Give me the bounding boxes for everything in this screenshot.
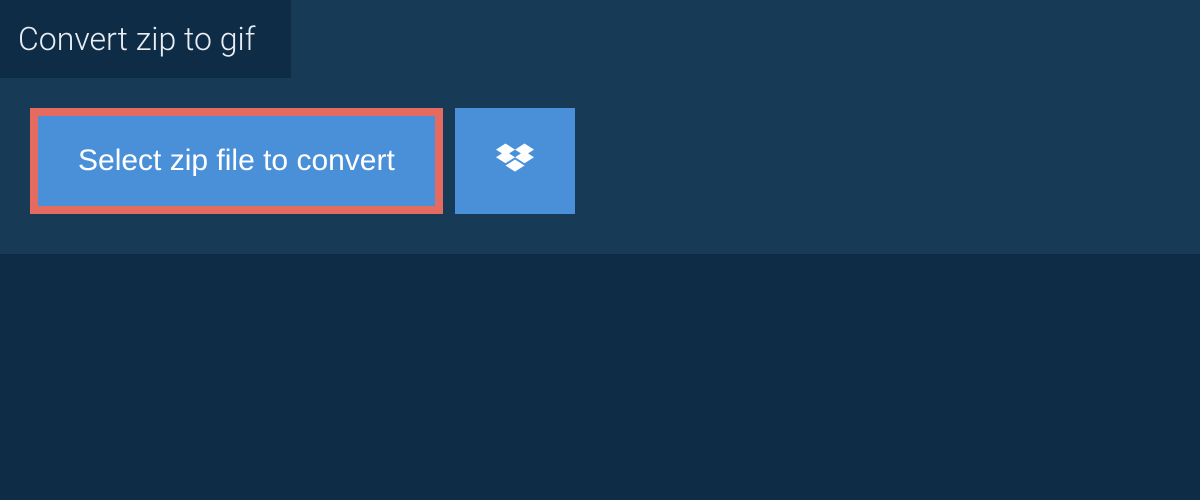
- dropbox-button[interactable]: [455, 108, 575, 214]
- dropbox-icon: [496, 142, 534, 180]
- button-row: Select zip file to convert: [0, 78, 1200, 214]
- select-file-button[interactable]: Select zip file to convert: [30, 108, 443, 214]
- tab-title: Convert zip to gif: [0, 0, 291, 78]
- select-file-label: Select zip file to convert: [78, 144, 395, 178]
- converter-panel: Convert zip to gif Select zip file to co…: [0, 0, 1200, 254]
